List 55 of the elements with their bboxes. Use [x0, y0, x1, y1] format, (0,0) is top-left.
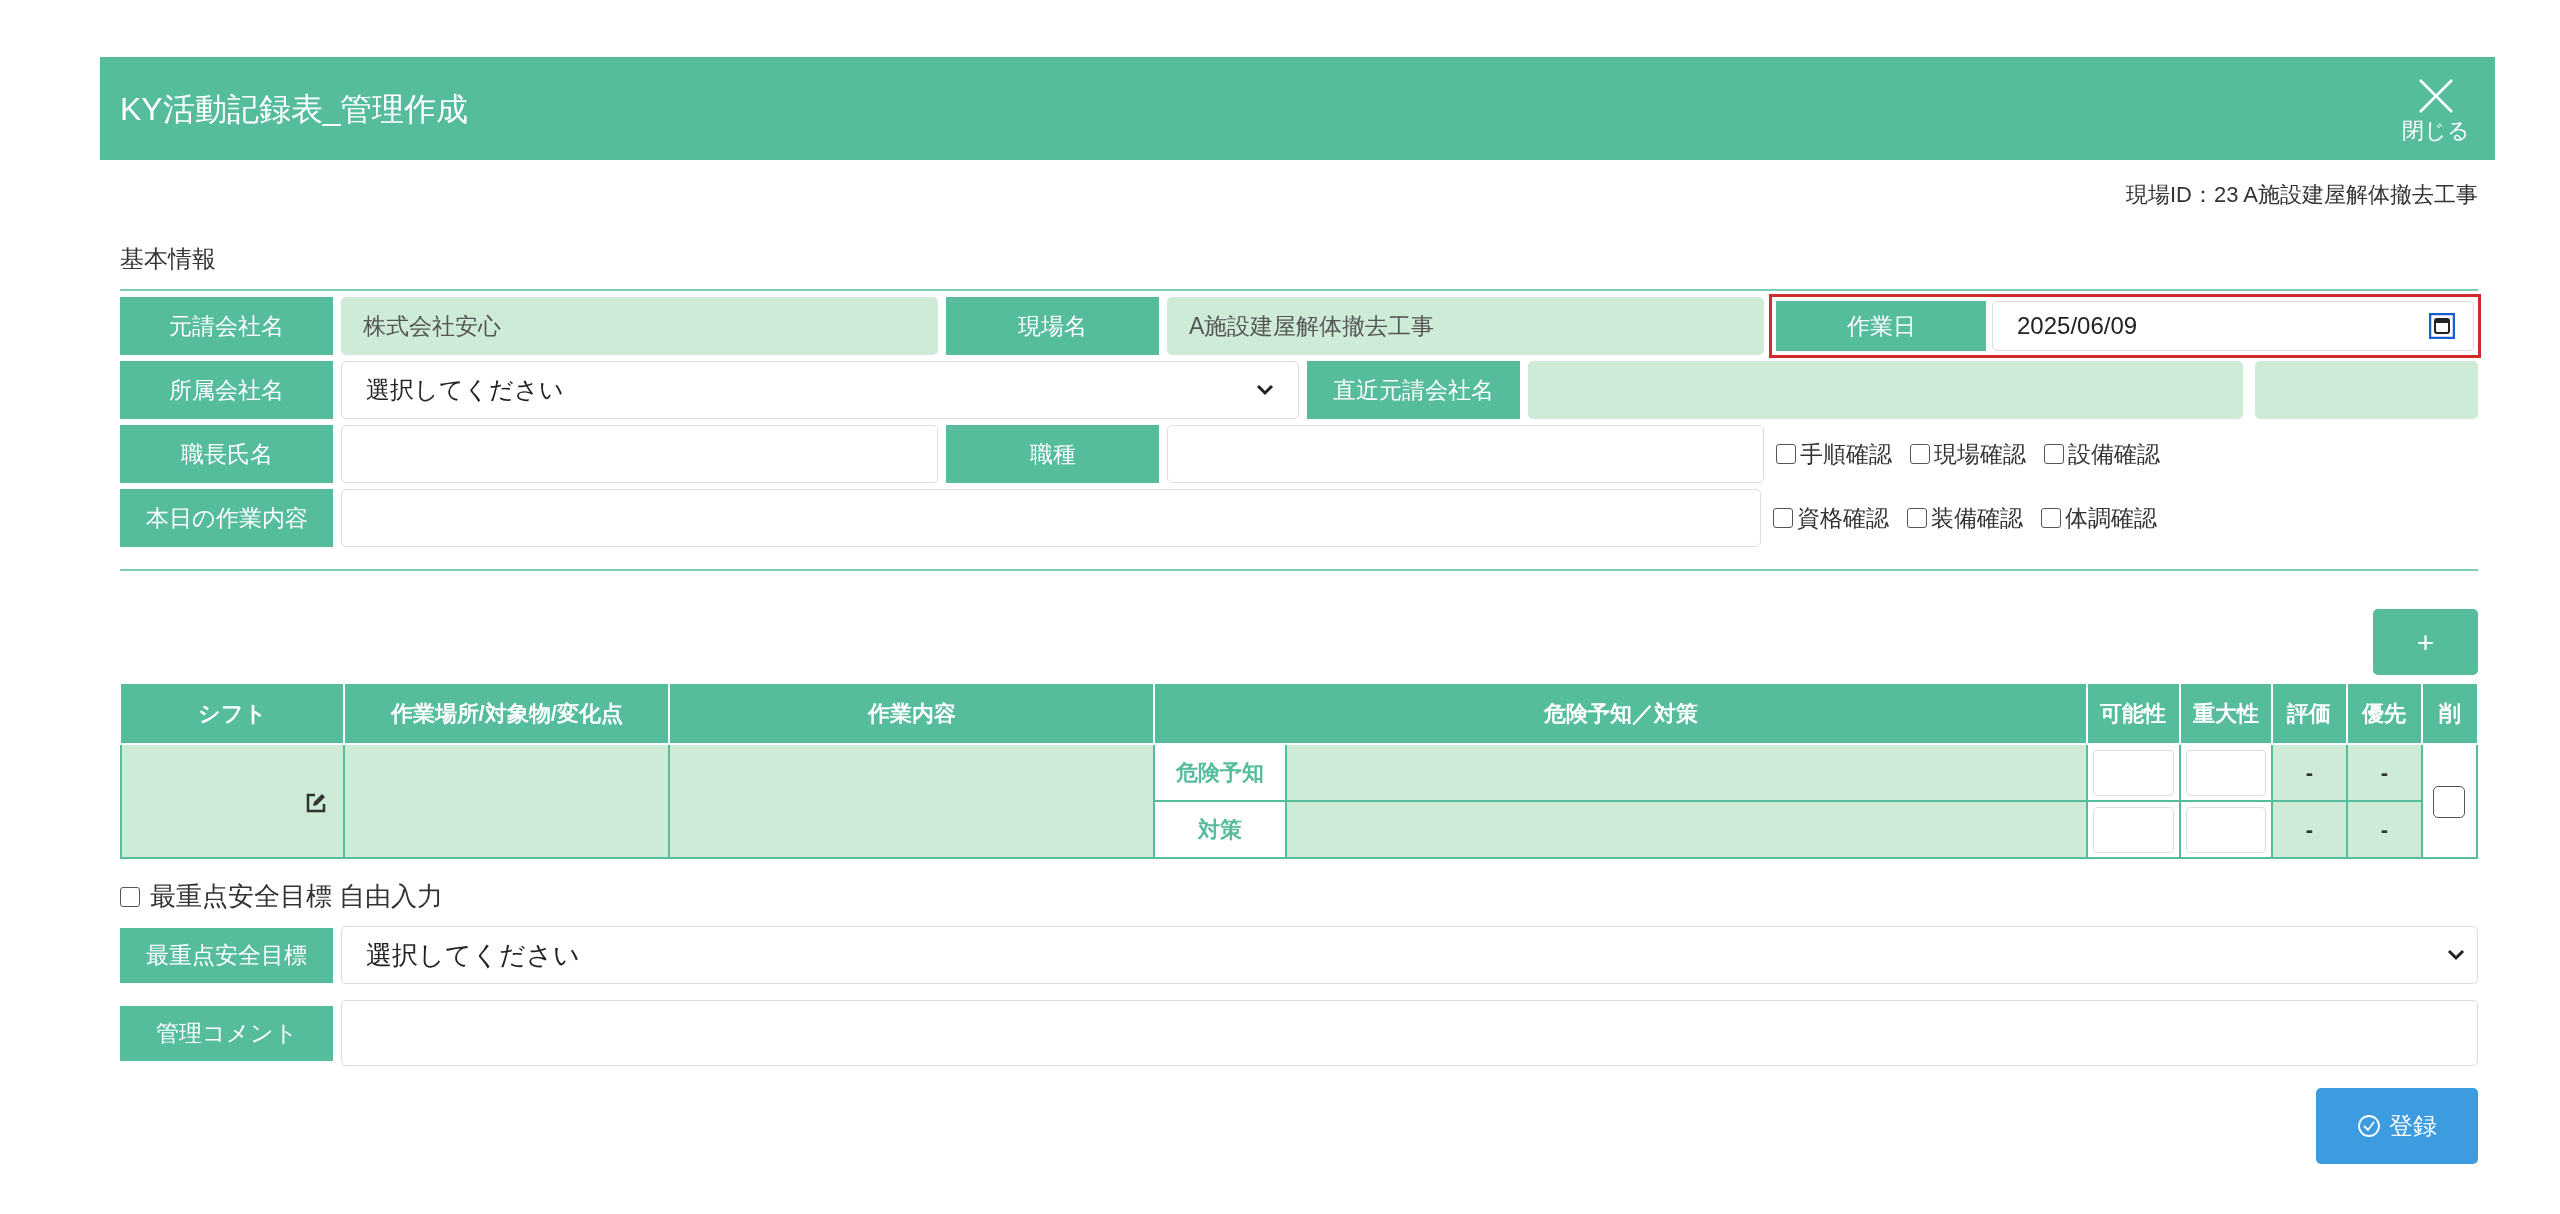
rating-input[interactable]: [2092, 806, 2174, 853]
field-label: 現場名: [946, 297, 1159, 355]
checkbox-option[interactable]: 手順確認: [1776, 436, 1892, 472]
field-label: 所属会社名: [120, 361, 333, 419]
calendar-icon[interactable]: [2429, 313, 2455, 339]
column-header: シフト: [121, 684, 345, 744]
input-field[interactable]: [341, 489, 1761, 547]
comment-field[interactable]: [341, 1000, 2478, 1066]
row-label: 対策: [1154, 801, 1287, 858]
checkbox-option[interactable]: 最重点安全目標 自由入力: [120, 877, 444, 916]
rating-input[interactable]: [2092, 749, 2174, 796]
date-field[interactable]: 2025/06/09: [1992, 301, 2474, 351]
row-label: 危険予知: [1154, 744, 1287, 801]
priority-value: -: [2346, 744, 2422, 801]
field-label: 最重点安全目標: [120, 927, 333, 983]
field-label: 直近元請会社名: [1307, 361, 1520, 419]
evaluation-value: -: [2271, 801, 2347, 858]
delete-checkbox[interactable]: [2433, 786, 2466, 819]
field-label: 作業日: [1776, 301, 1986, 351]
column-header: 危険予知／対策: [1154, 684, 2087, 744]
field-label: 職種: [946, 425, 1159, 483]
chevron-down-icon: [1256, 384, 1274, 396]
column-header: 作業場所/対象物/変化点: [344, 684, 670, 744]
check-circle-icon: [2357, 1114, 2381, 1138]
field-label: 元請会社名: [120, 297, 333, 355]
rating-input[interactable]: [2185, 749, 2266, 796]
column-header: 重大性: [2179, 684, 2272, 744]
column-header: 作業内容: [669, 684, 1155, 744]
rating-input[interactable]: [2185, 806, 2266, 853]
field-label: 職長氏名: [120, 425, 333, 483]
column-header: 評価: [2271, 684, 2347, 744]
evaluation-value: -: [2271, 744, 2347, 801]
column-header: 可能性: [2086, 684, 2180, 744]
input-field[interactable]: [341, 425, 938, 483]
priority-value: -: [2346, 801, 2422, 858]
edit-icon[interactable]: [305, 791, 328, 814]
page-title: KY活動記録表_管理作成: [120, 89, 469, 129]
readonly-field: 株式会社安心: [341, 297, 938, 355]
table-cell[interactable]: [121, 744, 345, 858]
select-field[interactable]: 選択してください: [341, 926, 2478, 984]
column-header: 優先: [2346, 684, 2422, 744]
select-field[interactable]: 選択してください: [341, 361, 1299, 419]
field-label: 本日の作業内容: [120, 489, 333, 547]
checkbox-option[interactable]: 資格確認: [1773, 500, 1889, 536]
site-id-text: 現場ID：23 A施設建屋解体撤去工事: [2124, 181, 2478, 209]
column-header: 削: [2421, 684, 2477, 744]
section-heading: 基本情報: [120, 241, 2478, 291]
chevron-down-icon: [2447, 949, 2465, 961]
readonly-field: A施設建屋解体撤去工事: [1167, 297, 1764, 355]
field-label: 管理コメント: [120, 1005, 333, 1061]
checkbox-option[interactable]: 設備確認: [2044, 436, 2160, 472]
checkbox-option[interactable]: 体調確認: [2041, 500, 2157, 536]
checkbox-option[interactable]: 装備確認: [1907, 500, 2023, 536]
input-field[interactable]: [1167, 425, 1764, 483]
checkbox-option[interactable]: 現場確認: [1910, 436, 2026, 472]
